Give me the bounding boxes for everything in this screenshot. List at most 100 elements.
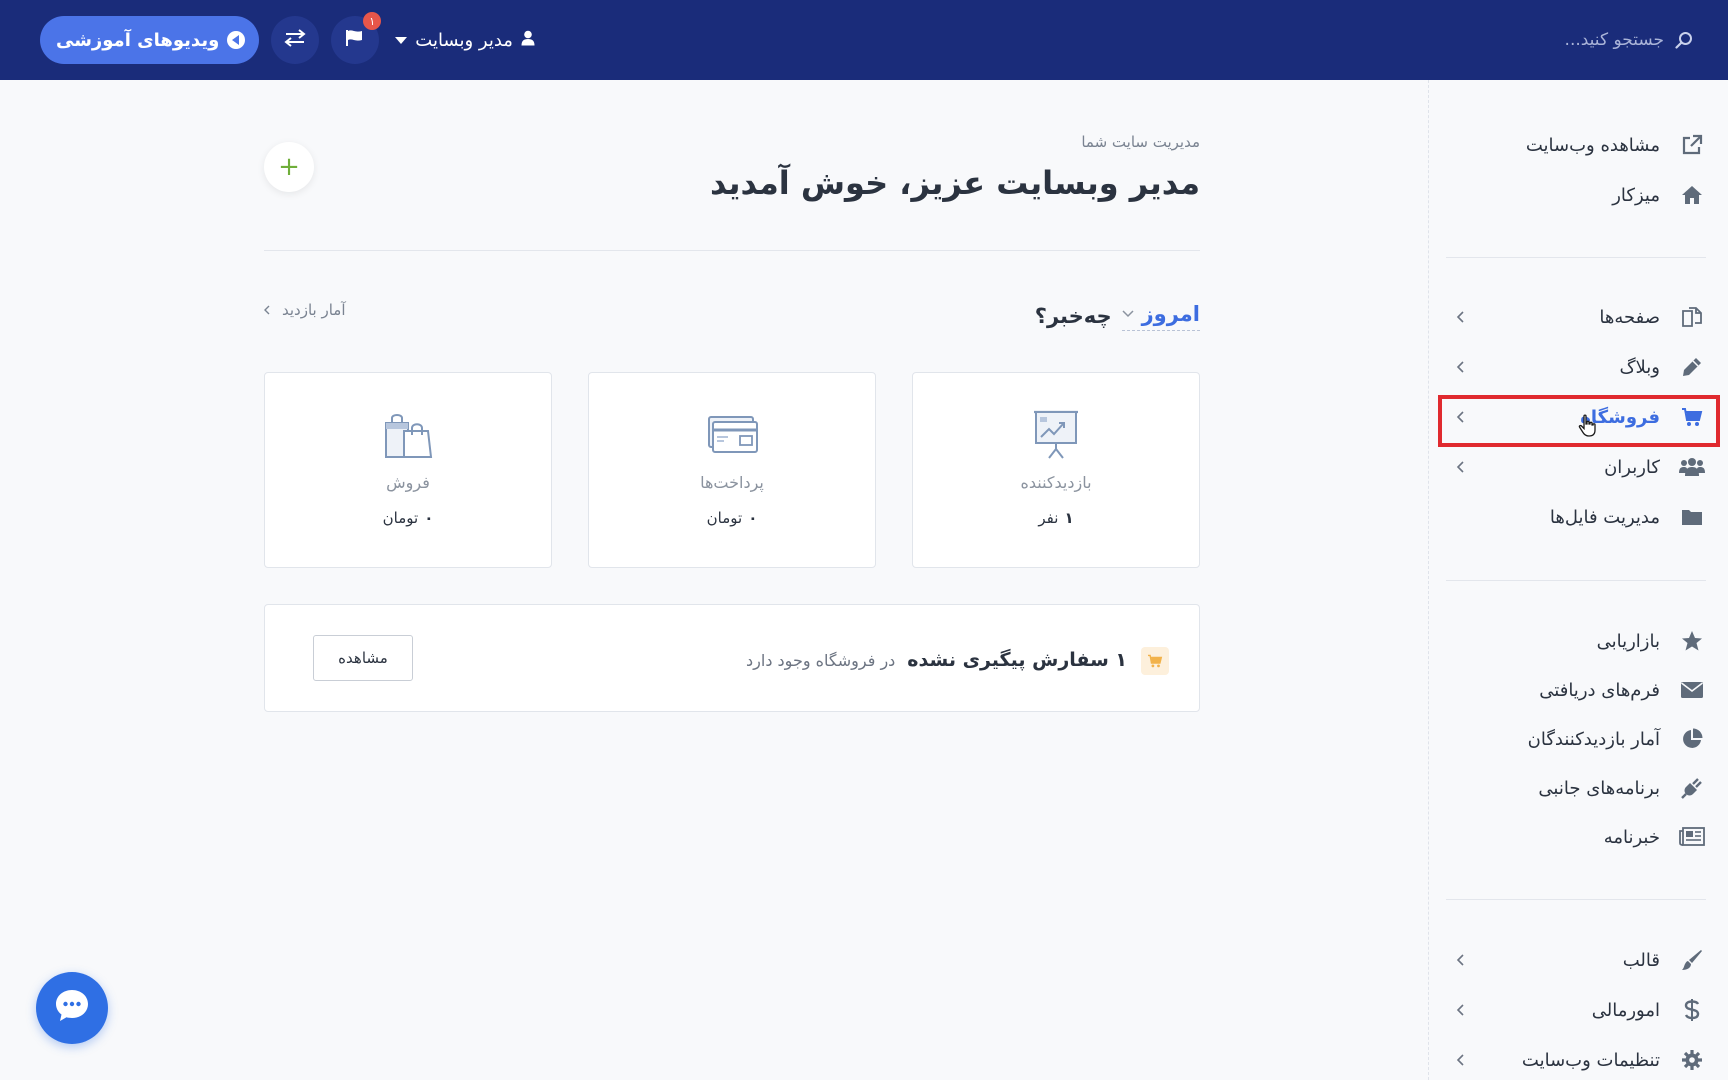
user-name: مدیر وبسایت [415, 29, 513, 51]
stat-card-title: فروش [386, 473, 430, 492]
pending-orders-text: ۱ سفارش پیگیری نشده در فروشگاه وجود دارد [746, 649, 1127, 671]
exchange-icon [284, 29, 306, 51]
period-value: امروز [1141, 301, 1200, 326]
sidebar-divider [1446, 257, 1706, 258]
page-subtitle: مدیریت سایت شما [1081, 133, 1200, 151]
dollar-icon [1678, 996, 1706, 1024]
external-link-icon [1678, 131, 1706, 159]
stat-card-sales: فروش ۰ تومان [264, 372, 552, 568]
cart-icon [1141, 647, 1169, 675]
notifications-button[interactable]: ۱ [331, 12, 382, 64]
sidebar-item-label: آمار بازدیدکنندگان [1527, 728, 1660, 750]
notification-badge: ۱ [363, 12, 382, 30]
pages-icon [1678, 303, 1706, 331]
newspaper-icon [1678, 823, 1706, 851]
folder-icon [1678, 503, 1706, 531]
stat-card-value: ۱ نفر [913, 509, 1199, 527]
sidebar-item-label: مشاهده وب‌سایت [1525, 134, 1660, 156]
sidebar-item-file-manager[interactable]: مدیریت فایل‌ها [1450, 497, 1706, 537]
whats-new-header: امروز چه‌خبر؟ [1035, 296, 1200, 336]
sidebar-item-blog[interactable]: وبلاگ [1450, 347, 1706, 387]
search-box [1494, 24, 1694, 56]
tutorial-videos-label: ویدیوهای آموزشی [56, 29, 220, 51]
search-input[interactable] [1494, 30, 1664, 50]
pending-orders-count: ۱ سفارش پیگیری نشده [907, 649, 1127, 671]
sidebar-item-label: میزکار [1612, 184, 1660, 206]
sidebar-item-received-forms[interactable]: فرم‌های دریافتی [1450, 670, 1706, 710]
flag-icon [345, 29, 365, 51]
switch-button[interactable] [271, 16, 320, 64]
chevron-left-icon [1452, 459, 1468, 475]
chevron-left-icon [264, 301, 270, 319]
page-title: مدیر وبسایت عزیز، خوش آمدید [709, 164, 1200, 202]
chevron-left-icon [1452, 952, 1468, 968]
brush-icon [1678, 946, 1706, 974]
plug-icon [1678, 774, 1706, 802]
sidebar-item-finance[interactable]: امورمالی [1450, 990, 1706, 1030]
stat-card-payments: پرداخت‌ها ۰ تومان [588, 372, 876, 568]
gear-icon [1678, 1046, 1706, 1074]
whats-new-label: چه‌خبر؟ [1034, 304, 1112, 328]
top-bar-actions: مدیر وبسایت ۱ ویدیوهای آموزشی [40, 12, 539, 64]
period-dropdown[interactable]: امروز [1121, 301, 1200, 331]
plus-icon: + [278, 152, 300, 182]
sidebar-item-visitor-stats[interactable]: آمار بازدیدکنندگان [1450, 719, 1706, 759]
visit-stats-label: آمار بازدید [282, 301, 346, 319]
sidebar-item-label: برنامه‌های جانبی [1538, 777, 1660, 799]
search-icon[interactable] [1674, 30, 1694, 50]
chevron-left-icon [1452, 309, 1468, 325]
chevron-left-icon [1452, 1052, 1468, 1068]
users-icon [1678, 453, 1706, 481]
tutorial-videos-button[interactable]: ویدیوهای آموزشی [40, 16, 260, 64]
sidebar-divider [1446, 580, 1706, 581]
stat-value-unit: تومان [706, 509, 743, 527]
stat-value-number: ۱ [1064, 509, 1074, 527]
sidebar-item-marketing[interactable]: بازاریابی [1450, 621, 1706, 661]
sidebar-item-label: امورمالی [1591, 999, 1660, 1021]
sidebar-item-theme[interactable]: قالب [1450, 940, 1706, 980]
caret-down-icon [395, 36, 408, 44]
sidebar-item-label: قالب [1622, 949, 1660, 971]
stat-card-value: ۰ تومان [589, 509, 875, 527]
stat-value-number: ۰ [748, 509, 758, 527]
stat-card-visitors: بازدیدکننده ۱ نفر [912, 372, 1200, 568]
sidebar-item-label: بازاریابی [1596, 630, 1660, 652]
user-menu[interactable]: مدیر وبسایت [391, 16, 539, 64]
stat-card-value: ۰ تومان [265, 509, 551, 527]
sidebar-item-label: تنظیمات وب‌سایت [1521, 1049, 1660, 1071]
user-icon [521, 30, 535, 51]
cart-icon [1678, 403, 1706, 431]
sidebar-item-label: مدیریت فایل‌ها [1549, 506, 1660, 528]
sidebar-item-dashboard[interactable]: میزکار [1450, 175, 1706, 215]
visit-stats-link[interactable]: آمار بازدید [264, 298, 346, 322]
sidebar-item-plugins[interactable]: برنامه‌های جانبی [1450, 768, 1706, 808]
chat-button[interactable] [36, 972, 108, 1044]
chat-bubble-icon [52, 986, 92, 1030]
sidebar-item-website-settings[interactable]: تنظیمات وب‌سایت [1450, 1040, 1706, 1080]
pending-orders-box: ۱ سفارش پیگیری نشده در فروشگاه وجود دارد… [264, 604, 1200, 712]
sidebar-item-label: خبرنامه [1603, 826, 1660, 848]
sidebar: مشاهده وب‌سایت میزکار صفحه‌ها وبلاگ فروش… [1428, 80, 1728, 1080]
sidebar-item-label: فرم‌های دریافتی [1539, 679, 1660, 701]
envelope-icon [1678, 676, 1706, 704]
shopping-bags-icon [265, 409, 551, 461]
pie-chart-icon [1678, 725, 1706, 753]
stat-value-unit: نفر [1038, 509, 1059, 527]
sidebar-item-pages[interactable]: صفحه‌ها [1450, 297, 1706, 337]
stat-value-number: ۰ [424, 509, 434, 527]
chevron-left-icon [1452, 359, 1468, 375]
view-orders-button[interactable]: مشاهده [313, 635, 413, 681]
title-divider [264, 250, 1200, 251]
chevron-left-icon [1452, 1002, 1468, 1018]
sidebar-item-newsletter[interactable]: خبرنامه [1450, 817, 1706, 857]
chevron-left-icon [1452, 409, 1468, 425]
sidebar-item-label: وبلاگ [1619, 356, 1660, 378]
sidebar-item-view-website[interactable]: مشاهده وب‌سایت [1450, 125, 1706, 165]
play-icon [227, 31, 246, 49]
star-icon [1678, 627, 1706, 655]
add-button[interactable]: + [264, 142, 314, 192]
sidebar-item-label: صفحه‌ها [1599, 306, 1660, 328]
pencil-icon [1678, 353, 1706, 381]
stat-card-title: بازدیدکننده [1020, 473, 1092, 492]
sidebar-item-users[interactable]: کاربران [1450, 447, 1706, 487]
